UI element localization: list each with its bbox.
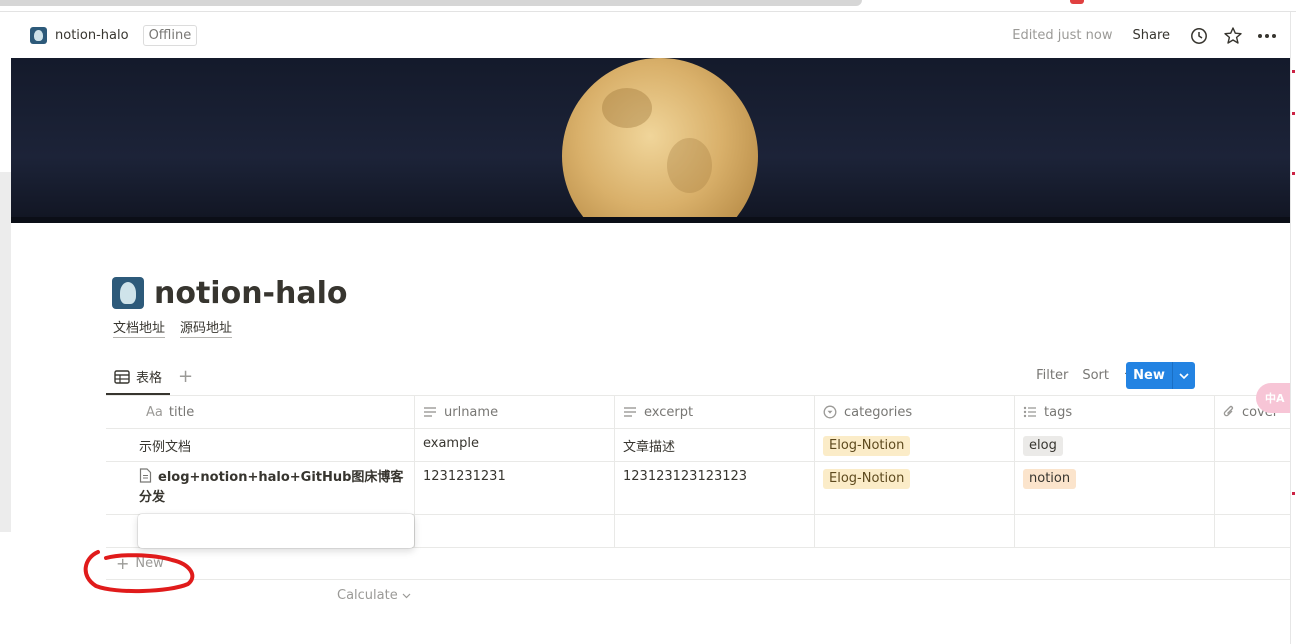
sort-button[interactable]: Sort	[1082, 368, 1109, 383]
right-gutter	[1290, 12, 1296, 644]
column-header-urlname[interactable]: urlname	[415, 395, 615, 428]
new-record-button[interactable]: New	[1126, 362, 1195, 389]
tags-cell[interactable]: elog	[1015, 429, 1215, 461]
tab-label: 表格	[136, 371, 163, 386]
select-property-icon	[823, 405, 837, 419]
chevron-down-icon	[402, 593, 411, 599]
page-cover	[11, 58, 1290, 223]
share-button[interactable]: Share	[1132, 28, 1170, 43]
page-links: 文档地址 源码地址	[113, 320, 233, 338]
table-header: Aa title urlname excerpt categories tags…	[106, 395, 1290, 429]
table-row[interactable]: elog+notion+halo+GitHub图床博客分发 1231231231…	[106, 462, 1290, 515]
page-icon[interactable]	[112, 277, 144, 309]
page-title[interactable]: notion-halo	[154, 276, 348, 311]
more-icon[interactable]	[1256, 25, 1278, 47]
calculate-button[interactable]: Calculate	[337, 588, 411, 603]
moon-image	[562, 58, 758, 223]
text-lines-icon	[424, 407, 436, 417]
excerpt-cell[interactable]: 文章描述	[615, 429, 815, 461]
cover-cell[interactable]	[1215, 429, 1290, 461]
categories-cell[interactable]: Elog-Notion	[815, 462, 1015, 514]
text-property-icon: Aa	[146, 404, 163, 420]
tags-cell[interactable]: notion	[1015, 462, 1215, 514]
horizontal-scrollbar[interactable]	[0, 0, 862, 6]
excerpt-cell[interactable]: 123123123123123	[615, 462, 815, 514]
tag-chip: elog	[1023, 436, 1063, 456]
column-header-categories[interactable]: categories	[815, 395, 1015, 428]
red-annotation-circle	[83, 550, 195, 594]
column-header-excerpt[interactable]: excerpt	[615, 395, 815, 428]
text-lines-icon	[624, 407, 636, 417]
edited-status: Edited just now	[1012, 28, 1113, 43]
urlname-cell[interactable]: example	[415, 429, 615, 461]
column-header-title[interactable]: Aa title	[106, 395, 415, 428]
title-cell[interactable]: elog+notion+halo+GitHub图床博客分发	[106, 462, 415, 514]
filter-button[interactable]: Filter	[1036, 368, 1068, 383]
database-viewbar: 表格 + Filter Sort New	[106, 360, 1290, 395]
browser-top-edge	[0, 0, 1296, 12]
page-icon-small[interactable]	[30, 27, 47, 44]
attachment-icon	[1223, 405, 1234, 417]
tag-chip: notion	[1023, 469, 1077, 489]
star-icon[interactable]	[1222, 25, 1244, 47]
vertical-scrollbar[interactable]	[0, 172, 11, 532]
tab-table-view[interactable]: 表格	[106, 360, 171, 395]
history-icon[interactable]	[1188, 25, 1210, 47]
topbar: notion-halo Offline Edited just now Shar…	[11, 13, 1290, 58]
document-icon	[139, 468, 152, 483]
new-button-label: New	[1133, 368, 1165, 383]
browser-indicator	[1070, 0, 1084, 4]
column-header-tags[interactable]: tags	[1015, 395, 1215, 428]
title-edit-popup[interactable]	[138, 514, 414, 548]
offline-badge: Offline	[142, 25, 198, 46]
chevron-down-icon[interactable]	[1172, 362, 1195, 389]
source-link[interactable]: 源码地址	[180, 320, 233, 338]
cover-cell[interactable]	[1215, 462, 1290, 514]
table-row[interactable]: 示例文档 example 文章描述 Elog-Notion elog	[106, 429, 1290, 462]
categories-cell[interactable]: Elog-Notion	[815, 429, 1015, 461]
title-cell[interactable]: 示例文档	[106, 429, 415, 461]
docs-link[interactable]: 文档地址	[113, 320, 166, 338]
urlname-cell[interactable]: 1231231231	[415, 462, 615, 514]
table-icon	[114, 369, 130, 384]
category-tag: Elog-Notion	[823, 436, 911, 456]
add-view-icon[interactable]: +	[178, 366, 193, 387]
category-tag: Elog-Notion	[823, 469, 911, 489]
add-row-button[interactable]: + New	[106, 548, 1290, 580]
left-gutter	[0, 12, 11, 644]
breadcrumb-title[interactable]: notion-halo	[55, 28, 129, 43]
translate-extension-icon[interactable]: 中A	[1256, 383, 1290, 413]
list-property-icon	[1023, 406, 1036, 418]
